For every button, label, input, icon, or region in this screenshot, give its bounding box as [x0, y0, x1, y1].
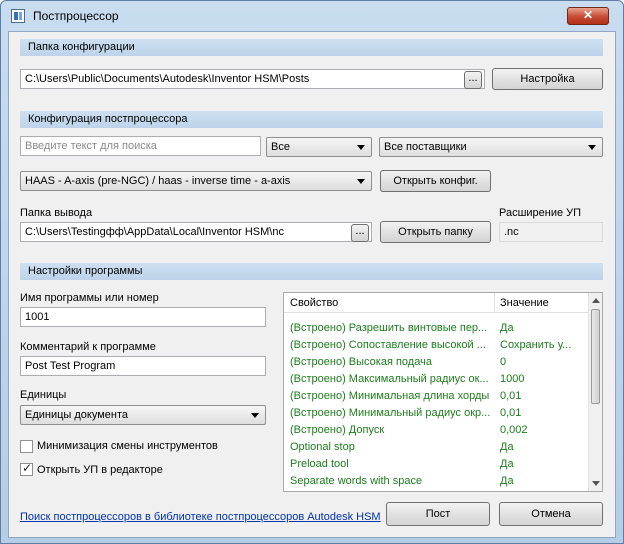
- property-row[interactable]: (Встроено) Разрешить винтовые пер... Да: [284, 320, 589, 337]
- program-name-label: Имя программы или номер: [20, 292, 159, 304]
- post-processor-value: HAAS - A-axis (pre-NGC) / haas - inverse…: [25, 175, 291, 187]
- output-folder-path[interactable]: C:\Users\Testingфф\AppData\Local\Invento…: [20, 222, 372, 242]
- open-config-button[interactable]: Открыть конфиг.: [380, 170, 491, 192]
- scroll-down-icon[interactable]: [592, 481, 600, 486]
- scroll-thumb[interactable]: [591, 309, 600, 404]
- output-folder-label: Папка вывода: [20, 207, 93, 219]
- property-name: Separate words with space: [290, 475, 423, 487]
- property-name: Preload tool: [290, 458, 349, 470]
- column-header-property[interactable]: Свойство: [290, 297, 338, 309]
- units-label: Единицы: [20, 389, 67, 401]
- program-comment-input[interactable]: Post Test Program: [20, 356, 266, 376]
- post-processor-dropdown[interactable]: HAAS - A-axis (pre-NGC) / haas - inverse…: [20, 171, 372, 191]
- column-header-value[interactable]: Значение: [500, 297, 549, 309]
- property-row[interactable]: Separate words with space Да: [284, 473, 589, 490]
- app-icon: [11, 9, 25, 23]
- property-value[interactable]: Да: [500, 475, 586, 487]
- config-folder-header: Папка конфигурации: [20, 39, 603, 56]
- units-value: Единицы документа: [25, 409, 129, 421]
- property-name: (Встроено) Разрешить винтовые пер...: [290, 322, 488, 334]
- property-grid-scrollbar[interactable]: [588, 293, 602, 491]
- chevron-down-icon: [251, 413, 259, 418]
- output-browse-button[interactable]: ...: [351, 224, 369, 242]
- open-in-editor-label: Открыть УП в редакторе: [37, 464, 163, 476]
- chevron-down-icon: [357, 145, 365, 150]
- property-value[interactable]: Да: [500, 458, 586, 470]
- filter-dropdown[interactable]: Все: [266, 137, 372, 157]
- extension-label: Расширение УП: [499, 207, 582, 219]
- open-folder-button[interactable]: Открыть папку: [380, 221, 491, 243]
- property-row[interactable]: Optional stop Да: [284, 439, 589, 456]
- close-button[interactable]: ✕: [567, 7, 609, 25]
- property-name: (Встроено) Минимальная длина хорды: [290, 390, 490, 402]
- minimize-tool-changes-checkbox[interactable]: [20, 440, 33, 453]
- minimize-tool-changes-label: Минимизация смены инструментов: [37, 440, 218, 452]
- column-separator: [494, 293, 495, 313]
- property-name: (Встроено) Минимальный радиус окр...: [290, 407, 490, 419]
- checkmark-icon: ✓: [22, 461, 33, 475]
- post-config-header: Конфигурация постпроцессора: [20, 111, 603, 128]
- property-name: (Встроено) Допуск: [290, 424, 385, 436]
- dialog-body: Папка конфигурации C:\Users\Public\Docum…: [8, 31, 616, 538]
- property-row[interactable]: (Встроено) Максимальный радиус ок... 1000: [284, 371, 589, 388]
- open-in-editor-checkbox[interactable]: ✓: [20, 461, 33, 476]
- post-processor-window: Постпроцессор ✕ Папка конфигурации C:\Us…: [0, 0, 624, 544]
- property-name: (Встроено) Сопоставление высокой ...: [290, 339, 486, 351]
- property-row[interactable]: (Встроено) Минимальный радиус окр... 0,01: [284, 405, 589, 422]
- title-bar: Постпроцессор ✕: [1, 1, 623, 31]
- property-value[interactable]: 0,002: [500, 424, 586, 436]
- filter-dropdown-value: Все: [271, 141, 290, 153]
- chevron-down-icon: [588, 145, 596, 150]
- property-row[interactable]: (Встроено) Минимальная длина хорды 0,01: [284, 388, 589, 405]
- property-value[interactable]: Сохранить у...: [500, 339, 586, 351]
- property-row[interactable]: (Встроено) Сопоставление высокой ... Сохр…: [284, 337, 589, 354]
- units-dropdown[interactable]: Единицы документа: [20, 405, 266, 425]
- property-row[interactable]: Preload tool Да: [284, 456, 589, 473]
- scroll-up-icon[interactable]: [592, 298, 600, 303]
- property-name: (Встроено) Максимальный радиус ок...: [290, 373, 489, 385]
- property-grid-header: Свойство Значение: [284, 293, 589, 313]
- config-folder-path[interactable]: C:\Users\Public\Documents\Autodesk\Inven…: [20, 69, 485, 89]
- extension-value: .nc: [499, 222, 603, 242]
- program-name-input[interactable]: 1001: [20, 307, 266, 327]
- config-browse-button[interactable]: ...: [464, 71, 482, 89]
- property-value[interactable]: 0: [500, 356, 586, 368]
- property-row[interactable]: (Встроено) Высокая подача 0: [284, 354, 589, 371]
- settings-button[interactable]: Настройка: [492, 68, 603, 90]
- property-value[interactable]: Да: [500, 322, 586, 334]
- property-name: (Встроено) Высокая подача: [290, 356, 432, 368]
- property-grid[interactable]: Свойство Значение (Встроено) Разрешить в…: [283, 292, 603, 492]
- search-input[interactable]: Введите текст для поиска: [20, 136, 261, 156]
- vendor-dropdown-value: Все поставщики: [384, 141, 467, 153]
- post-library-link[interactable]: Поиск постпроцессоров в библиотеке постп…: [20, 511, 381, 523]
- chevron-down-icon: [357, 179, 365, 184]
- property-row[interactable]: (Встроено) Допуск 0,002: [284, 422, 589, 439]
- post-button[interactable]: Пост: [386, 502, 490, 526]
- vendor-dropdown[interactable]: Все поставщики: [379, 137, 603, 157]
- cancel-button[interactable]: Отмена: [499, 502, 603, 526]
- program-settings-header: Настройки программы: [20, 263, 603, 280]
- property-name: Optional stop: [290, 441, 355, 453]
- property-value[interactable]: 0,01: [500, 407, 586, 419]
- property-value[interactable]: 1000: [500, 373, 586, 385]
- property-value[interactable]: 0,01: [500, 390, 586, 402]
- window-title: Постпроцессор: [33, 9, 119, 23]
- property-value[interactable]: Да: [500, 441, 586, 453]
- program-comment-label: Комментарий к программе: [20, 341, 156, 353]
